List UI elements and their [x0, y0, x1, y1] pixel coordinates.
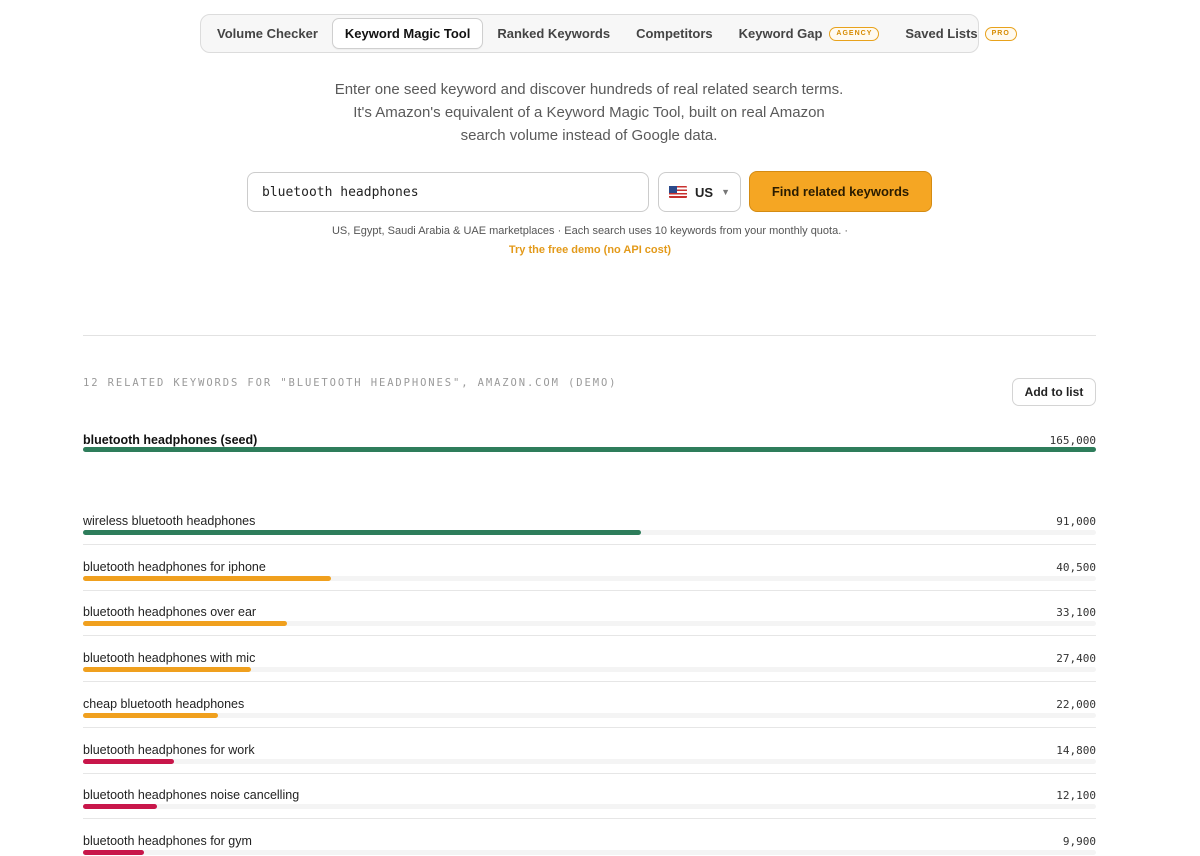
- tab-keyword-gap[interactable]: Keyword Gap AGENCY: [727, 18, 892, 49]
- row-divider: [83, 773, 1096, 774]
- intro-line-2: It's Amazon's equivalent of a Keyword Ma…: [353, 104, 825, 121]
- volume-bar-fill: [83, 447, 1096, 452]
- keyword-row[interactable]: cheap bluetooth headphones 22,000: [83, 697, 1096, 743]
- find-related-keywords-button[interactable]: Find related keywords: [749, 171, 932, 212]
- keyword-label: wireless bluetooth headphones: [83, 514, 256, 528]
- keyword-row[interactable]: bluetooth headphones for gym 9,900: [83, 834, 1096, 856]
- volume-bar-fill: [83, 621, 287, 626]
- tab-label: Volume Checker: [217, 26, 318, 41]
- tab-keyword-magic-tool[interactable]: Keyword Magic Tool: [331, 18, 484, 49]
- keyword-row[interactable]: bluetooth headphones over ear 33,100: [83, 605, 1096, 651]
- tab-saved-lists[interactable]: Saved Lists PRO: [893, 18, 1028, 49]
- volume-bar-track: [83, 759, 1096, 764]
- add-to-list-button[interactable]: Add to list: [1012, 378, 1096, 406]
- volume-bar-fill: [83, 850, 144, 855]
- keyword-volume: 14,800: [1056, 744, 1096, 757]
- row-divider: [83, 818, 1096, 819]
- volume-bar-track: [83, 447, 1096, 452]
- keyword-row[interactable]: bluetooth headphones for iphone 40,500: [83, 560, 1096, 606]
- quota-note: US, Egypt, Saudi Arabia & UAE marketplac…: [331, 225, 848, 237]
- volume-bar-track: [83, 713, 1096, 718]
- keyword-volume: 9,900: [1062, 835, 1096, 848]
- tab-label: Keyword Gap: [738, 26, 823, 41]
- results-heading: 12 RELATED KEYWORDS FOR "BLUETOOTH HEADP…: [83, 377, 618, 389]
- keyword-row[interactable]: bluetooth headphones with mic 27,400: [83, 651, 1096, 697]
- keyword-row[interactable]: wireless bluetooth headphones 91,000: [83, 514, 1096, 560]
- pro-badge: PRO: [984, 26, 1017, 41]
- seed-keyword-input[interactable]: [247, 172, 649, 212]
- keyword-label: bluetooth headphones with mic: [83, 651, 256, 665]
- row-divider: [83, 590, 1096, 591]
- volume-bar-track: [83, 667, 1096, 672]
- volume-bar-fill: [83, 667, 252, 672]
- free-demo-link[interactable]: Try the free demo (no API cost): [250, 244, 930, 256]
- us-flag-icon: [669, 186, 687, 198]
- tab-label: Ranked Keywords: [497, 26, 611, 41]
- keyword-row[interactable]: bluetooth headphones for work 14,800: [83, 743, 1096, 789]
- row-divider: [83, 635, 1096, 636]
- volume-bar-track: [83, 804, 1096, 809]
- keyword-volume: 165,000: [1049, 434, 1096, 447]
- tool-tab-bar: Volume Checker Keyword Magic Tool Ranked…: [200, 14, 1017, 53]
- volume-bar-fill: [83, 530, 642, 535]
- marketplace-select[interactable]: US ▼: [658, 172, 741, 212]
- volume-bar-track: [83, 530, 1096, 535]
- keyword-label: bluetooth headphones for work: [83, 743, 255, 757]
- intro-line-1: Enter one seed keyword and discover hund…: [334, 81, 844, 98]
- keyword-volume: 91,000: [1056, 515, 1096, 528]
- tab-label: Keyword Magic Tool: [344, 26, 471, 41]
- tab-label: Saved Lists: [905, 26, 978, 41]
- intro-line-3: search volume instead of Google data.: [460, 127, 718, 144]
- volume-bar-track: [83, 850, 1096, 855]
- volume-bar-fill: [83, 713, 218, 718]
- tab-volume-checker[interactable]: Volume Checker: [205, 18, 330, 49]
- keyword-label: cheap bluetooth headphones: [83, 697, 245, 711]
- volume-bar-track: [83, 621, 1096, 626]
- caret-down-icon: ▼: [721, 187, 730, 197]
- volume-bar-fill: [83, 759, 175, 764]
- keyword-volume: 33,100: [1056, 606, 1096, 619]
- section-divider: [83, 335, 1096, 336]
- keyword-volume: 40,500: [1056, 561, 1096, 574]
- keyword-label: bluetooth headphones (seed): [83, 433, 258, 447]
- tab-label: Competitors: [636, 26, 713, 41]
- tab-ranked-keywords[interactable]: Ranked Keywords: [485, 18, 622, 49]
- tab-competitors[interactable]: Competitors: [624, 18, 725, 49]
- keyword-label: bluetooth headphones for iphone: [83, 560, 266, 574]
- keyword-label: bluetooth headphones over ear: [83, 605, 257, 619]
- intro-text: Enter one seed keyword and discover hund…: [300, 78, 878, 147]
- row-divider: [83, 727, 1096, 728]
- keyword-volume: 22,000: [1056, 698, 1096, 711]
- volume-bar-fill: [83, 804, 157, 809]
- keyword-volume: 27,400: [1056, 652, 1096, 665]
- row-divider: [83, 544, 1096, 545]
- seed-keyword-row[interactable]: bluetooth headphones (seed) 165,000: [83, 433, 1096, 479]
- keyword-volume: 12,100: [1056, 789, 1096, 802]
- volume-bar-fill: [83, 576, 332, 581]
- volume-bar-track: [83, 576, 1096, 581]
- marketplace-value: US: [695, 184, 714, 200]
- keyword-row[interactable]: bluetooth headphones noise cancelling 12,…: [83, 788, 1096, 834]
- agency-badge: AGENCY: [829, 26, 880, 41]
- keyword-label: bluetooth headphones for gym: [83, 834, 252, 848]
- keyword-label: bluetooth headphones noise cancelling: [83, 788, 300, 802]
- row-divider: [83, 681, 1096, 682]
